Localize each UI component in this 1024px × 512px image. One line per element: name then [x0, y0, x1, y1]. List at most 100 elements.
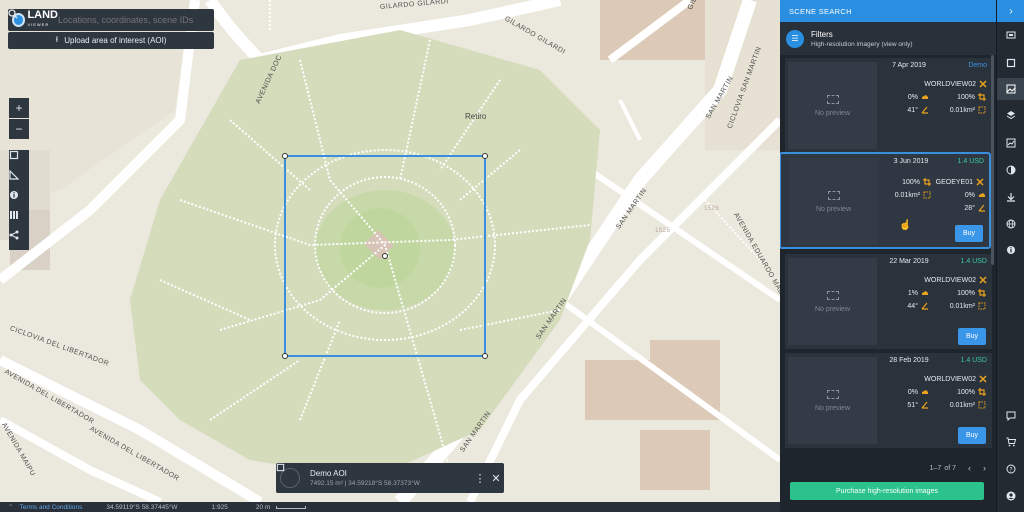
crop-icon — [923, 178, 931, 186]
share-icon[interactable] — [9, 230, 29, 250]
draw-aoi-icon[interactable] — [9, 150, 29, 170]
analytics-icon[interactable] — [997, 132, 1024, 154]
buy-button[interactable]: Buy — [958, 427, 986, 444]
scene-date: 3 Jun 2019 — [893, 158, 929, 165]
satellite-icon — [976, 178, 984, 186]
results-scrollbar[interactable] — [991, 55, 994, 265]
scene-thumbnail: No preview — [788, 62, 877, 149]
scene-price: Demo — [968, 62, 987, 69]
search-icon[interactable] — [8, 9, 214, 31]
no-preview-text: No preview — [814, 305, 850, 313]
coverage: 100% — [957, 388, 975, 396]
search-id-icon[interactable] — [997, 24, 1024, 46]
status-bar: ⌃ Terms and Conditions 34.59119°S 58.374… — [0, 502, 780, 512]
layers-icon[interactable] — [997, 104, 1024, 126]
terms-link[interactable]: Terms and Conditions — [19, 504, 82, 511]
mouse-cursor-icon: ☝ — [899, 220, 912, 231]
map-canvas[interactable]: GILARDO GILARDI GILARDO GILARDI GILARDO … — [0, 0, 780, 502]
aoi-icon[interactable] — [997, 52, 1024, 74]
area-icon — [978, 302, 986, 310]
filters-title: Filters — [811, 29, 833, 39]
image-placeholder-icon — [826, 389, 839, 399]
scale-bar — [276, 505, 307, 509]
zoom-out-button[interactable]: − — [9, 119, 29, 139]
no-preview-text: No preview — [814, 109, 850, 117]
prev-page-icon[interactable]: ‹ — [968, 463, 971, 473]
scene-price: 1.4 USD — [957, 158, 984, 165]
filters-row[interactable]: ☰ Filters High-resolution imagery (view … — [780, 22, 996, 55]
angle-icon — [921, 401, 929, 409]
next-page-icon[interactable]: › — [983, 463, 986, 473]
satellite-icon — [979, 80, 987, 88]
angle-icon — [978, 204, 986, 212]
off-nadir-angle: 44° — [907, 302, 918, 310]
cart-icon[interactable] — [997, 431, 1024, 453]
scene-date: 28 Feb 2019 — [889, 357, 929, 364]
search-input[interactable] — [58, 15, 194, 25]
purchase-button[interactable]: Purchase high-resolution images — [790, 482, 984, 500]
cursor-coordinates: 34.59119°S 58.37445°W — [106, 503, 178, 511]
feedback-icon[interactable] — [997, 405, 1024, 427]
angle-icon — [921, 302, 929, 310]
image-placeholder-icon — [826, 290, 839, 300]
cloud-cover: 0% — [964, 191, 975, 199]
scene-thumbnail: No preview — [788, 258, 877, 345]
help-icon[interactable]: ? — [997, 458, 1024, 480]
pagination: 1–7 of 7 ‹ › — [780, 455, 996, 481]
cloud-icon — [921, 388, 929, 396]
building-number: 1525 — [655, 228, 671, 234]
cloud-icon — [978, 191, 986, 199]
scene-card[interactable]: No preview 28 Feb 2019 1.4 USD WORLDVIEW… — [785, 353, 992, 448]
library-icon[interactable] — [9, 210, 29, 230]
satellite-name: WORLDVIEW02 — [924, 80, 976, 88]
right-toolbar: › ? — [996, 0, 1024, 512]
off-nadir-angle: 51° — [907, 401, 918, 409]
filters-icon: ☰ — [786, 29, 804, 48]
scene-price: 1.4 USD — [960, 258, 987, 265]
cloud-icon — [921, 93, 929, 101]
map-scale: 1:925 — [211, 503, 228, 511]
scene-price: 1.4 USD — [960, 357, 987, 364]
satellite-name: WORLDVIEW02 — [924, 375, 976, 383]
aoi-info-panel: Demo AOI 7492.15 m² | 34.59218°S 58.3737… — [276, 463, 504, 493]
filters-subtitle: High-resolution imagery (view only) — [811, 40, 913, 48]
search-bar: LAND VIEWER — [8, 9, 214, 31]
panel-header: SCENE SEARCH — [780, 0, 996, 22]
user-avatar-icon[interactable] — [997, 485, 1024, 507]
more-options-icon[interactable]: ⋮ — [472, 472, 488, 485]
contrast-icon[interactable] — [997, 159, 1024, 181]
buy-button[interactable]: Buy — [955, 225, 983, 242]
aoi-meta: 7492.15 m² | 34.59218°S 58.37373°W — [310, 480, 420, 487]
globe-icon[interactable] — [997, 213, 1024, 235]
off-nadir-angle: 28° — [964, 204, 975, 212]
measure-icon[interactable] — [9, 170, 29, 190]
aoi-shape-icon[interactable] — [276, 463, 304, 493]
scene-results-list: No preview 7 Apr 2019 Demo WORLDVIEW02 0… — [780, 55, 996, 455]
info-icon[interactable] — [9, 190, 29, 210]
scene-date: 22 Mar 2019 — [889, 258, 929, 265]
zoom-in-button[interactable]: + — [9, 98, 29, 118]
scene-card[interactable]: No preview 22 Mar 2019 1.4 USD WORLDVIEW… — [785, 254, 992, 349]
scene-area: 0.01km² — [949, 106, 975, 114]
map-tiles — [0, 0, 780, 502]
upload-aoi-label: Upload area of interest (AOI) — [64, 36, 167, 45]
info-icon[interactable] — [997, 239, 1024, 261]
crop-icon — [978, 289, 986, 297]
aoi-name: Demo AOI — [310, 469, 347, 478]
coverage: 100% — [902, 178, 920, 186]
download-icon[interactable] — [997, 186, 1024, 208]
coverage: 100% — [957, 289, 975, 297]
crop-icon — [978, 388, 986, 396]
park-label: Retiro — [465, 112, 487, 121]
collapse-panel-button[interactable]: › — [997, 0, 1024, 22]
expand-status-icon[interactable]: ⌃ — [8, 503, 13, 511]
scene-card[interactable]: No preview 7 Apr 2019 Demo WORLDVIEW02 0… — [785, 58, 992, 153]
building-number: 1526 — [704, 206, 720, 212]
buy-button[interactable]: Buy — [958, 328, 986, 345]
scene-area: 0.01km² — [894, 191, 920, 199]
close-icon[interactable]: ✕ — [488, 472, 504, 485]
scene-card-selected[interactable]: No preview 3 Jun 2019 1.4 USD 100% GEOEY… — [780, 152, 991, 249]
upload-aoi-button[interactable]: ⭱ Upload area of interest (AOI) — [8, 32, 214, 49]
scene-date: 7 Apr 2019 — [892, 62, 926, 69]
image-icon[interactable] — [997, 78, 1024, 100]
